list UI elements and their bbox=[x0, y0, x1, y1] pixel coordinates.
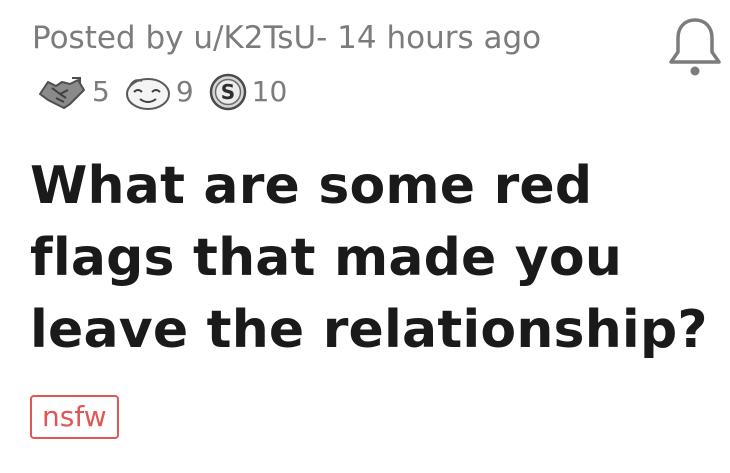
award-item[interactable]: 5 bbox=[36, 72, 110, 112]
handshake-award-icon bbox=[36, 72, 88, 112]
post-title[interactable]: What are some red flags that made you le… bbox=[30, 150, 710, 366]
award-list: 5 9 S 10 bbox=[36, 70, 301, 114]
silver-coin-award-icon: S bbox=[208, 72, 248, 112]
nsfw-flair: nsfw bbox=[30, 395, 119, 439]
post-card: Posted by u/K2TsU- 14 hours ago 5 9 S 10… bbox=[0, 0, 730, 473]
bell-icon[interactable] bbox=[666, 14, 724, 78]
award-item[interactable]: 9 bbox=[124, 72, 194, 112]
post-meta: Posted by u/K2TsU- 14 hours ago bbox=[32, 20, 542, 56]
award-count: 5 bbox=[92, 75, 110, 108]
award-count: 10 bbox=[251, 75, 288, 108]
award-count: 9 bbox=[175, 75, 194, 108]
svg-text:S: S bbox=[220, 80, 234, 104]
wholesome-award-icon bbox=[124, 72, 172, 112]
award-item[interactable]: S 10 bbox=[208, 72, 288, 112]
